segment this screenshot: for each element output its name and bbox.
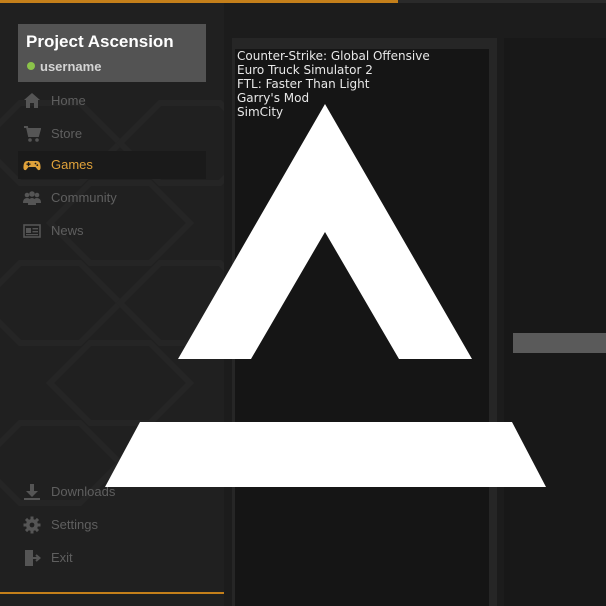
nav-label-home: Home bbox=[51, 93, 86, 108]
nav-label-exit: Exit bbox=[51, 550, 73, 565]
list-item[interactable]: FTL: Faster Than Light bbox=[237, 77, 369, 91]
nav-label-games: Games bbox=[51, 157, 93, 172]
nav-label-community: Community bbox=[51, 190, 117, 205]
list-item[interactable]: SimCity bbox=[237, 105, 283, 119]
gamepad-icon bbox=[23, 161, 41, 171]
profile-card[interactable]: Project Ascension username bbox=[18, 24, 206, 82]
gear-icon bbox=[23, 516, 41, 534]
detail-bar bbox=[513, 333, 606, 353]
nav-item-downloads[interactable]: Downloads bbox=[18, 478, 206, 506]
newspaper-icon bbox=[23, 224, 41, 238]
main-header bbox=[224, 3, 606, 38]
games-list: Counter-Strike: Global Offensive Euro Tr… bbox=[235, 49, 489, 606]
username-label: username bbox=[40, 59, 102, 74]
nav-item-community[interactable]: Community bbox=[18, 184, 206, 212]
nav-label-store: Store bbox=[51, 126, 83, 141]
games-panel: Counter-Strike: Global Offensive Euro Tr… bbox=[232, 38, 497, 606]
nav-item-home[interactable]: Home bbox=[18, 87, 206, 115]
nav-label-settings: Settings bbox=[51, 517, 98, 532]
nav-item-news[interactable]: News bbox=[18, 217, 206, 245]
list-item[interactable]: Garry's Mod bbox=[237, 91, 309, 105]
nav-label-news: News bbox=[51, 223, 84, 238]
download-icon bbox=[24, 484, 40, 500]
nav-label-downloads: Downloads bbox=[51, 484, 116, 499]
list-item[interactable]: Euro Truck Simulator 2 bbox=[237, 63, 373, 77]
users-icon bbox=[23, 191, 41, 205]
sidebar: Project Ascension username Home Store Ga… bbox=[0, 3, 224, 606]
nav-item-store[interactable]: Store bbox=[18, 120, 206, 148]
online-status-dot bbox=[27, 62, 35, 70]
nav-item-settings[interactable]: Settings bbox=[18, 511, 206, 539]
app-title: Project Ascension bbox=[26, 32, 174, 51]
nav-item-exit[interactable]: Exit bbox=[18, 544, 206, 572]
home-icon bbox=[24, 93, 40, 108]
nav-item-games[interactable]: Games bbox=[18, 151, 206, 179]
sidebar-bottom-line bbox=[0, 592, 224, 594]
list-item[interactable]: Counter-Strike: Global Offensive bbox=[237, 49, 430, 63]
app-window: Project Ascension username Home Store Ga… bbox=[0, 0, 606, 606]
exit-icon bbox=[25, 550, 41, 566]
game-detail-panel bbox=[504, 38, 606, 606]
cart-icon bbox=[24, 126, 41, 142]
